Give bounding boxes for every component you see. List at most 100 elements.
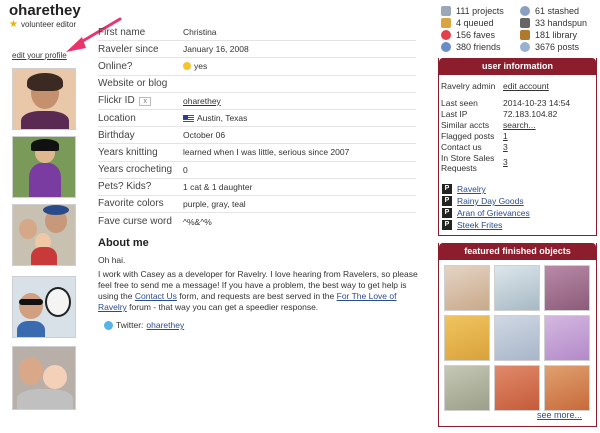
stat-label: 3676 posts <box>535 42 580 52</box>
info-label: First name <box>98 26 146 38</box>
lightbulb-icon <box>183 62 191 71</box>
location-value: Austin, Texas <box>197 113 248 124</box>
heart-icon <box>441 30 451 40</box>
info-value-online: yes <box>183 61 207 71</box>
queue-icon <box>441 18 451 28</box>
featured-thumbnail[interactable] <box>444 315 490 361</box>
stat-faves[interactable]: 156 faves <box>441 30 495 40</box>
about-text-part: form, and requests are best served in th… <box>176 291 337 301</box>
stat-projects[interactable]: 111 projects <box>441 6 504 16</box>
stat-queued[interactable]: 4 queued <box>441 18 494 28</box>
featured-thumbnail[interactable] <box>544 265 590 311</box>
featured-thumbnail[interactable] <box>544 315 590 361</box>
flickr-link[interactable]: oharethey <box>183 96 221 106</box>
about-text: I work with Casey as a developer for Rav… <box>98 269 420 313</box>
handspun-icon <box>520 18 530 28</box>
flagged-posts-label: Flagged posts <box>441 131 495 141</box>
online-status: yes <box>194 61 208 72</box>
stat-posts[interactable]: 3676 posts <box>520 42 579 52</box>
friends-icon <box>441 42 451 52</box>
posts-icon <box>520 42 530 52</box>
featured-heading: featured finished objects <box>439 243 596 260</box>
profile-photo[interactable] <box>12 136 76 198</box>
us-flag-icon <box>183 114 194 122</box>
edit-account-link[interactable]: edit account <box>503 81 549 91</box>
info-label: Flickr ID x <box>98 95 183 107</box>
info-value: 0 <box>183 164 188 175</box>
contact-us-link[interactable]: Contact Us <box>135 291 177 301</box>
see-more-link[interactable]: see more... <box>537 410 582 420</box>
profile-photo[interactable] <box>12 68 76 130</box>
group-icon: P <box>442 184 452 194</box>
info-row: Online? yes <box>98 58 416 76</box>
info-row: Favorite colors purple, gray, teal <box>98 196 416 214</box>
stat-label: 111 projects <box>456 6 504 16</box>
featured-thumbnail[interactable] <box>544 365 590 411</box>
stash-icon <box>520 6 530 16</box>
stat-label: 380 friends <box>456 42 501 52</box>
last-seen-value: 2014-10-23 14:54 <box>503 98 571 108</box>
info-row: Years knitting learned when I was little… <box>98 144 416 162</box>
last-seen-label: Last seen <box>441 98 478 108</box>
group-link[interactable]: Steek Frites <box>457 220 502 230</box>
group-item[interactable]: P Rainy Day Goods <box>442 196 524 206</box>
featured-thumbnail[interactable] <box>444 265 490 311</box>
info-label: Website or blog <box>98 78 168 90</box>
stat-label: 4 queued <box>456 18 494 28</box>
flickr-remove-button[interactable]: x <box>139 97 151 107</box>
stat-stashed[interactable]: 61 stashed <box>520 6 579 16</box>
info-value: learned when I was little, serious since… <box>183 147 350 158</box>
stat-label: 61 stashed <box>535 6 580 16</box>
group-icon: P <box>442 208 452 218</box>
twitter-line: Twitter: oharethey <box>104 320 184 330</box>
flagged-posts-link[interactable]: 1 <box>503 131 508 141</box>
info-value: October 06 <box>183 130 226 141</box>
edit-profile-link[interactable]: edit your profile <box>12 51 67 60</box>
featured-grid <box>444 265 590 411</box>
info-label: Fave curse word <box>98 216 172 228</box>
profile-photo[interactable] <box>12 276 76 338</box>
group-item[interactable]: P Steek Frites <box>442 220 502 230</box>
profile-photo[interactable] <box>12 346 76 410</box>
featured-thumbnail[interactable] <box>494 365 540 411</box>
info-value: ^%&^% <box>183 216 212 227</box>
about-greeting: Oh hai. <box>98 255 126 265</box>
featured-thumbnail[interactable] <box>494 315 540 361</box>
info-row: Years crocheting 0 <box>98 162 416 179</box>
contact-us-count-link[interactable]: 3 <box>503 142 508 152</box>
admin-label: Ravelry admin <box>441 81 496 91</box>
projects-icon <box>441 6 451 16</box>
featured-thumbnail[interactable] <box>444 365 490 411</box>
store-requests-link[interactable]: 3 <box>503 157 508 167</box>
last-ip-value: 72.183.104.82 <box>503 109 558 119</box>
info-label: Raveler since <box>98 43 159 55</box>
group-link[interactable]: Ravelry <box>457 184 486 194</box>
info-row: Pets? Kids? 1 cat & 1 daughter <box>98 179 416 196</box>
featured-thumbnail[interactable] <box>494 265 540 311</box>
info-row: Birthday October 06 <box>98 127 416 145</box>
stat-library[interactable]: 181 library <box>520 30 577 40</box>
group-item[interactable]: P Ravelry <box>442 184 486 194</box>
info-row: Flickr ID x oharethey <box>98 93 416 110</box>
profile-info-table: First name Christina Raveler since Janua… <box>98 24 416 230</box>
similar-search-link[interactable]: search... <box>503 120 536 130</box>
profile-photo[interactable] <box>12 204 76 266</box>
info-label: Pets? Kids? <box>98 181 152 193</box>
stat-label: 181 library <box>535 30 578 40</box>
info-label: Favorite colors <box>98 198 164 210</box>
group-icon: P <box>442 196 452 206</box>
twitter-link[interactable]: oharethey <box>146 320 184 330</box>
info-row: Fave curse word ^%&^% <box>98 213 416 230</box>
info-label: Location <box>98 112 136 124</box>
group-item[interactable]: P Aran of Grievances <box>442 208 530 218</box>
twitter-label: Twitter: <box>116 320 144 330</box>
group-link[interactable]: Rainy Day Goods <box>457 196 524 206</box>
stat-handspun[interactable]: 33 handspun <box>520 18 587 28</box>
contact-us-label: Contact us <box>441 142 482 152</box>
about-text-part: forum - that way you can get a speedier … <box>126 302 319 312</box>
group-link[interactable]: Aran of Grievances <box>457 208 530 218</box>
info-label: Years knitting <box>98 146 158 158</box>
stat-friends[interactable]: 380 friends <box>441 42 501 52</box>
info-label: Years crocheting <box>98 164 173 176</box>
about-heading: About me <box>98 237 149 249</box>
